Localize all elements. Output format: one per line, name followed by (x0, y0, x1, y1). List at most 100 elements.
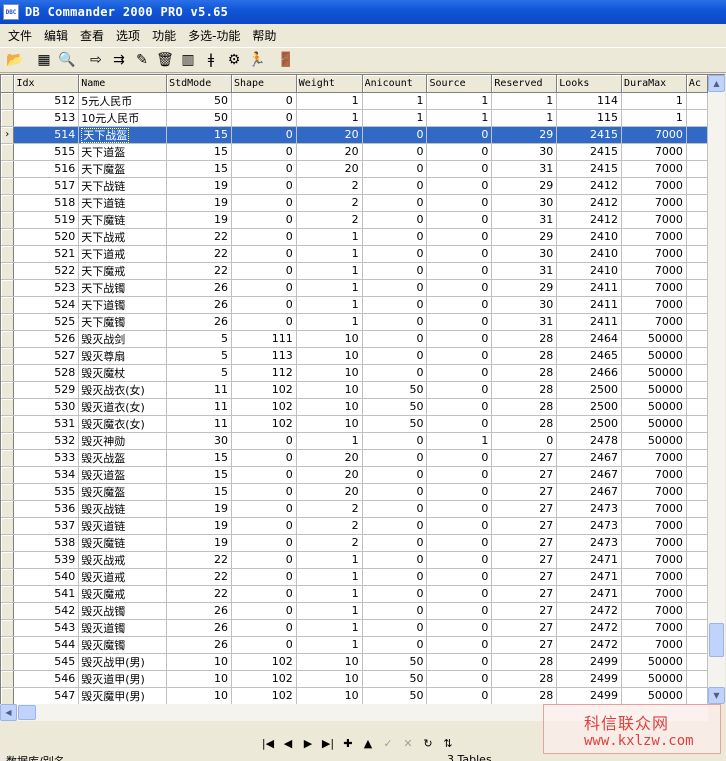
cell-name[interactable]: 天下道链 (78, 194, 168, 212)
cell-duramax[interactable]: 7000 (621, 177, 687, 195)
cell-source[interactable]: 0 (426, 534, 493, 552)
row-indicator[interactable] (1, 415, 15, 433)
cell-name[interactable]: 毁灭道衣(女) (78, 398, 168, 416)
cell-name[interactable]: 毁灭战链 (78, 500, 168, 518)
cell-ac[interactable] (686, 500, 708, 518)
cell-idx[interactable]: 532 (13, 432, 80, 450)
cell-idx[interactable]: 516 (13, 160, 80, 178)
cell-stdmode[interactable]: 15 (166, 160, 232, 178)
cell-source[interactable]: 0 (426, 449, 493, 467)
cell-idx[interactable]: 517 (13, 177, 80, 195)
column-header-reserved[interactable]: Reserved (491, 75, 558, 93)
column-header-stdmode[interactable]: StdMode (166, 75, 232, 93)
cell-reserved[interactable]: 28 (491, 398, 558, 416)
cell-looks[interactable]: 2410 (556, 228, 623, 246)
cell-anicount[interactable]: 0 (362, 364, 428, 382)
cell-shape[interactable]: 113 (231, 347, 297, 365)
cell-looks[interactable]: 2472 (556, 602, 623, 620)
cell-ac[interactable] (686, 347, 708, 365)
cell-shape[interactable]: 0 (231, 228, 297, 246)
cell-duramax[interactable]: 1 (621, 92, 687, 110)
cell-stdmode[interactable]: 11 (166, 381, 232, 399)
cell-stdmode[interactable]: 26 (166, 602, 232, 620)
cell-looks[interactable]: 2467 (556, 483, 623, 501)
cell-name[interactable]: 毁灭道盔 (78, 466, 168, 484)
cell-weight[interactable]: 10 (296, 347, 363, 365)
cell-ac[interactable] (686, 568, 708, 586)
cell-idx[interactable]: 529 (13, 381, 80, 399)
cell-idx[interactable]: 544 (13, 636, 80, 654)
row-indicator[interactable] (1, 262, 15, 280)
row-indicator[interactable] (1, 330, 15, 348)
cell-ac[interactable] (686, 517, 708, 535)
cell-shape[interactable]: 0 (231, 279, 297, 297)
cell-duramax[interactable]: 50000 (621, 347, 687, 365)
cell-source[interactable]: 0 (426, 330, 493, 348)
row-indicator[interactable] (1, 211, 15, 229)
table-row[interactable]: 521 天下道戒 22 0 1 0 0 30 2410 7000 (1, 245, 708, 263)
cell-anicount[interactable]: 0 (362, 143, 428, 161)
cell-stdmode[interactable]: 22 (166, 245, 232, 263)
table-row[interactable]: 547 毁灭魔甲(男) 10 102 10 50 0 28 2499 50000 (1, 687, 708, 704)
trash-icon[interactable]: 🗑 (154, 49, 176, 71)
row-indicator[interactable] (1, 194, 15, 212)
column-header-ac[interactable]: Ac (686, 75, 708, 93)
cell-ac[interactable] (686, 534, 708, 552)
cell-looks[interactable]: 2500 (556, 398, 623, 416)
cell-weight[interactable]: 1 (296, 568, 363, 586)
table-row[interactable]: › 514 天下战盔 15 0 20 0 0 29 2415 7000 (1, 126, 708, 144)
cell-looks[interactable]: 2410 (556, 262, 623, 280)
cell-source[interactable]: 1 (426, 109, 493, 127)
cell-name[interactable]: 天下魔镯 (78, 313, 168, 331)
cell-duramax[interactable]: 50000 (621, 670, 687, 688)
cell-source[interactable]: 0 (426, 364, 493, 382)
table-row[interactable]: 527 毁灭尊扇 5 113 10 0 0 28 2465 50000 (1, 347, 708, 365)
cell-name[interactable]: 毁灭战甲(男) (78, 653, 168, 671)
cell-name[interactable]: 5元人民币 (78, 92, 168, 110)
cell-idx[interactable]: 536 (13, 500, 80, 518)
cell-source[interactable]: 0 (426, 636, 493, 654)
cell-weight[interactable]: 20 (296, 483, 363, 501)
cell-weight[interactable]: 1 (296, 296, 363, 314)
row-indicator[interactable] (1, 313, 15, 331)
cell-stdmode[interactable]: 19 (166, 194, 232, 212)
cell-name[interactable]: 天下道盔 (78, 143, 168, 161)
cell-idx[interactable]: 545 (13, 653, 80, 671)
cell-looks[interactable]: 2471 (556, 568, 623, 586)
cell-anicount[interactable]: 0 (362, 500, 428, 518)
cell-stdmode[interactable]: 22 (166, 568, 232, 586)
nav-first-button[interactable]: |◀ (258, 733, 278, 753)
cell-anicount[interactable]: 0 (362, 568, 428, 586)
cell-stdmode[interactable]: 5 (166, 330, 232, 348)
cell-stdmode[interactable]: 26 (166, 279, 232, 297)
cell-ac[interactable] (686, 585, 708, 603)
table-row[interactable]: 525 天下魔镯 26 0 1 0 0 31 2411 7000 (1, 313, 708, 331)
cell-reserved[interactable]: 0 (491, 432, 558, 450)
cell-source[interactable]: 0 (426, 585, 493, 603)
cell-looks[interactable]: 2473 (556, 517, 623, 535)
cell-shape[interactable]: 0 (231, 296, 297, 314)
cell-source[interactable]: 0 (426, 687, 493, 704)
cell-reserved[interactable]: 1 (491, 109, 558, 127)
cell-anicount[interactable]: 50 (362, 398, 428, 416)
cell-weight[interactable]: 20 (296, 126, 363, 144)
cell-stdmode[interactable]: 22 (166, 262, 232, 280)
cell-looks[interactable]: 2412 (556, 211, 623, 229)
cell-anicount[interactable]: 0 (362, 619, 428, 637)
table-row[interactable]: 534 毁灭道盔 15 0 20 0 0 27 2467 7000 (1, 466, 708, 484)
cell-looks[interactable]: 2415 (556, 126, 623, 144)
cell-weight[interactable]: 1 (296, 279, 363, 297)
cell-idx[interactable]: 526 (13, 330, 80, 348)
cell-duramax[interactable]: 7000 (621, 534, 687, 552)
cell-weight[interactable]: 10 (296, 381, 363, 399)
cell-source[interactable]: 0 (426, 279, 493, 297)
cell-stdmode[interactable]: 26 (166, 296, 232, 314)
cell-ac[interactable] (686, 466, 708, 484)
cell-shape[interactable]: 0 (231, 194, 297, 212)
cell-ac[interactable] (686, 330, 708, 348)
cell-name[interactable]: 毁灭神勋 (78, 432, 168, 450)
cell-duramax[interactable]: 7000 (621, 636, 687, 654)
cell-anicount[interactable]: 0 (362, 585, 428, 603)
runner-icon[interactable]: 🏃 (246, 49, 268, 71)
cell-ac[interactable] (686, 449, 708, 467)
